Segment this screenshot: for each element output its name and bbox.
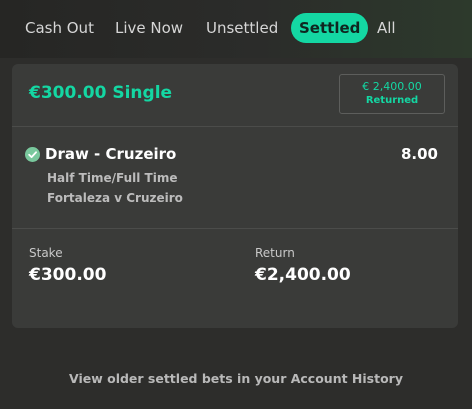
returned-badge: € 2,400.00 Returned	[339, 74, 445, 114]
bet-filter-tabs: Cash Out Live Now Unsettled Settled All	[0, 0, 472, 58]
returned-amount: € 2,400.00	[362, 80, 422, 93]
tab-settled[interactable]: Settled	[291, 13, 369, 43]
bet-selection: Draw - Cruzeiro 8.00 Half Time/Full Time…	[12, 127, 458, 229]
tab-unsettled[interactable]: Unsettled	[206, 19, 278, 37]
selection-market: Half Time/Full Time	[47, 171, 178, 185]
stake-value: €300.00	[29, 265, 107, 285]
tab-cash-out[interactable]: Cash Out	[25, 19, 94, 37]
return-label: Return	[255, 246, 295, 260]
bet-card: €300.00 Single € 2,400.00 Returned Draw …	[12, 64, 458, 328]
tab-live-now[interactable]: Live Now	[115, 19, 183, 37]
return-value: €2,400.00	[255, 265, 351, 285]
bet-title: €300.00 Single	[29, 83, 173, 103]
tab-all[interactable]: All	[377, 19, 396, 37]
selection-event: Fortaleza v Cruzeiro	[47, 191, 183, 205]
returned-label: Returned	[365, 95, 419, 106]
bet-card-header: €300.00 Single € 2,400.00 Returned	[12, 64, 458, 127]
check-circle-icon	[25, 147, 40, 162]
account-history-link[interactable]: View older settled bets in your Account …	[0, 371, 472, 386]
selection-name: Draw - Cruzeiro	[45, 145, 177, 163]
stake-label: Stake	[29, 246, 63, 260]
selection-odds: 8.00	[400, 145, 438, 163]
